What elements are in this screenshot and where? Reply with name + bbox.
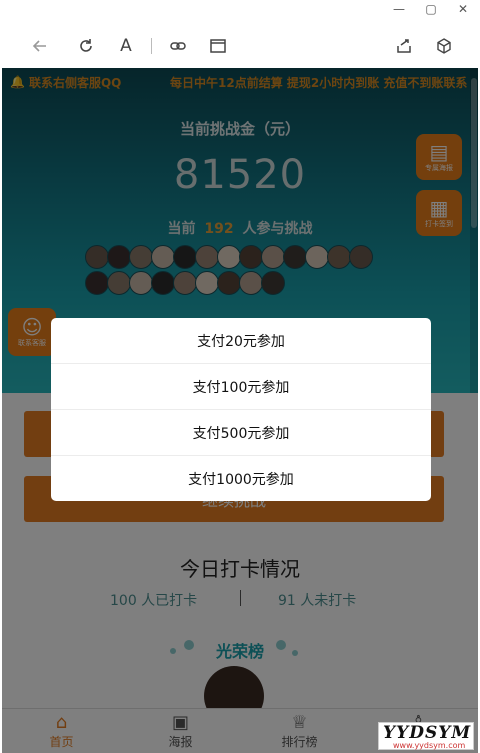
- close-icon[interactable]: ✕: [448, 0, 478, 18]
- refresh-icon[interactable]: [74, 34, 98, 58]
- pay-500-option[interactable]: 支付500元参加: [51, 410, 431, 456]
- window-icon[interactable]: [206, 34, 230, 58]
- toolbar-divider: [151, 38, 152, 54]
- browser-toolbar: A: [0, 22, 480, 68]
- pay-1000-option[interactable]: 支付1000元参加: [51, 456, 431, 501]
- payment-options-sheet: 支付20元参加 支付100元参加 支付500元参加 支付1000元参加: [51, 318, 431, 501]
- link-icon[interactable]: [166, 34, 190, 58]
- pay-100-option[interactable]: 支付100元参加: [51, 364, 431, 410]
- pay-20-option[interactable]: 支付20元参加: [51, 318, 431, 364]
- watermark-url: www.yydsym.com: [393, 741, 466, 750]
- minimize-icon[interactable]: —: [384, 0, 414, 18]
- text-size-icon[interactable]: A: [114, 34, 138, 58]
- watermark-brand: YYDSYM: [383, 723, 472, 743]
- back-arrow-icon[interactable]: [28, 34, 52, 58]
- window-titlebar: — ▢ ✕: [0, 0, 480, 22]
- cube-icon[interactable]: [432, 34, 456, 58]
- share-icon[interactable]: [392, 34, 416, 58]
- watermark-logo: YYDSYM www.yydsym.com: [378, 722, 474, 750]
- restore-icon[interactable]: ▢: [416, 0, 446, 18]
